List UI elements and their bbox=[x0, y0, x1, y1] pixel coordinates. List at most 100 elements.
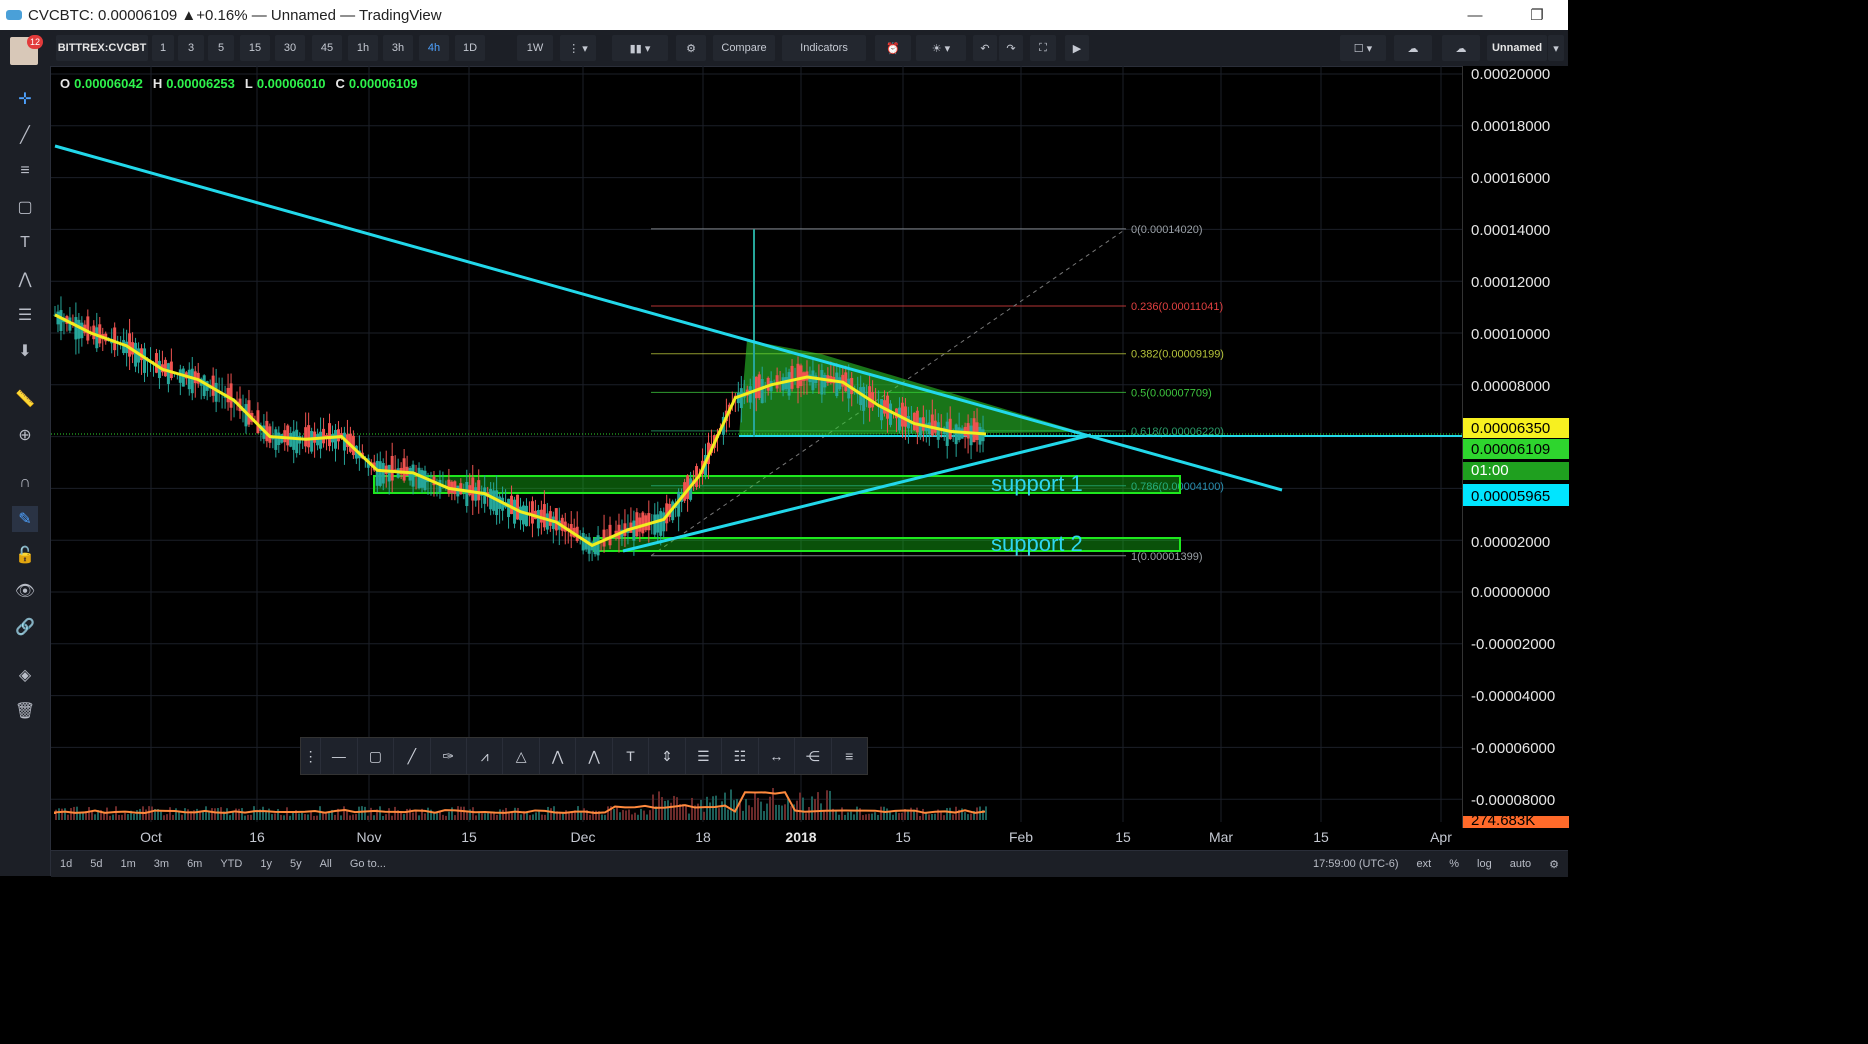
layout-select-button[interactable]: ☐ ▾ bbox=[1340, 35, 1386, 61]
interval-button-4h[interactable]: 4h bbox=[419, 35, 449, 61]
pitchfork-tool-icon[interactable]: ≡ bbox=[12, 158, 38, 184]
auto-button[interactable]: auto bbox=[1501, 858, 1540, 870]
ohlc-close-label: C bbox=[335, 76, 345, 91]
volume-bar bbox=[499, 809, 501, 820]
abcd-pattern-icon[interactable]: ⩘ bbox=[467, 738, 504, 774]
settings-gear-icon[interactable]: ⚙ bbox=[1540, 858, 1568, 871]
fib-level-label: 0.5(0.00007709) bbox=[1131, 387, 1212, 399]
text-icon[interactable]: T bbox=[613, 738, 650, 774]
horizontal-line-icon[interactable]: — bbox=[321, 738, 358, 774]
volume-bar bbox=[343, 806, 345, 820]
volume-bar bbox=[415, 811, 417, 820]
cloud-load-icon[interactable]: ☁ bbox=[1394, 35, 1432, 61]
abc-wave-icon[interactable]: ⋀ bbox=[576, 738, 613, 774]
price-axis[interactable]: 0.00020000 0.00018000 0.00016000 0.00014000… bbox=[1462, 66, 1569, 830]
candle-body bbox=[760, 378, 764, 404]
timezone-label[interactable]: 17:59:00 (UTC-6) bbox=[1304, 858, 1408, 870]
layers-icon[interactable]: ◈ bbox=[12, 662, 38, 688]
range-button-3m[interactable]: 3m bbox=[145, 858, 178, 870]
volume-bar bbox=[709, 802, 711, 820]
replay-play-icon[interactable]: ▶ bbox=[1065, 35, 1089, 61]
interval-button-3[interactable]: 3 bbox=[178, 35, 204, 61]
range-button-1d[interactable]: 1d bbox=[51, 858, 81, 870]
symbol-search[interactable]: BITTREX:CVCBT bbox=[56, 35, 148, 61]
ext-button[interactable]: ext bbox=[1408, 858, 1441, 870]
rectangle-icon[interactable]: ▢ bbox=[358, 738, 395, 774]
layout-menu-chevron-icon[interactable]: ▾ bbox=[1548, 35, 1564, 61]
magnet-icon[interactable]: ∩ bbox=[12, 470, 38, 496]
chart-style-button[interactable]: ▮▮ ▾ bbox=[612, 35, 668, 61]
interval-button-30[interactable]: 30 bbox=[275, 35, 305, 61]
idea-bulb-icon[interactable]: ☀ ▾ bbox=[916, 35, 966, 61]
more-intervals-button[interactable]: ⋮ ▾ bbox=[560, 35, 596, 61]
fullscreen-icon[interactable]: ⛶ bbox=[1030, 35, 1056, 61]
line-icon[interactable]: ╱ bbox=[394, 738, 431, 774]
settings-gear-icon[interactable]: ⚙ bbox=[676, 35, 706, 61]
interval-button-45[interactable]: 45 bbox=[312, 35, 342, 61]
redo-icon[interactable]: ↷ bbox=[999, 35, 1023, 61]
zoom-in-icon[interactable]: ⊕ bbox=[12, 422, 38, 448]
link-icon[interactable]: 🔗 bbox=[12, 614, 38, 640]
interval-button-1W[interactable]: 1W bbox=[517, 35, 553, 61]
eye-icon[interactable]: 👁 bbox=[12, 578, 38, 604]
indicators-button[interactable]: Indicators bbox=[782, 35, 866, 61]
elliott-wave-icon[interactable]: ⋀ bbox=[540, 738, 577, 774]
alert-icon[interactable]: ⏰ bbox=[875, 35, 911, 61]
chart-pane[interactable]: 0(0.00014020) 0.236(0.00011041) 0.382(0.00… bbox=[51, 66, 1462, 850]
volume-bar bbox=[712, 796, 714, 820]
range-button-ytd[interactable]: YTD bbox=[211, 858, 251, 870]
price-range-icon[interactable]: ⇕ bbox=[649, 738, 686, 774]
volume-bar bbox=[775, 804, 777, 820]
fib-extension-icon[interactable]: ☷ bbox=[722, 738, 759, 774]
undo-icon[interactable]: ↶ bbox=[973, 35, 997, 61]
interval-button-1h[interactable]: 1h bbox=[348, 35, 378, 61]
layout-name-button[interactable]: Unnamed bbox=[1487, 35, 1547, 61]
cloud-save-icon[interactable]: ☁ bbox=[1442, 35, 1480, 61]
lock-icon[interactable]: 🔓 bbox=[12, 542, 38, 568]
text-tool-icon[interactable]: T bbox=[12, 230, 38, 256]
interval-button-1[interactable]: 1 bbox=[152, 35, 174, 61]
interval-button-15[interactable]: 15 bbox=[240, 35, 270, 61]
interval-button-5[interactable]: 5 bbox=[208, 35, 234, 61]
rectangle-tool-icon[interactable]: ▢ bbox=[12, 194, 38, 220]
log-button[interactable]: log bbox=[1468, 858, 1501, 870]
volume-bar bbox=[277, 809, 279, 820]
goto-button[interactable]: Go to... bbox=[341, 858, 395, 870]
range-button-1y[interactable]: 1y bbox=[251, 858, 281, 870]
ohlc-open: 0.00006042 bbox=[74, 76, 143, 91]
ruler-icon[interactable]: 📏 bbox=[12, 386, 38, 412]
stay-drawing-mode-icon[interactable]: ✎ bbox=[12, 506, 38, 532]
interval-button-1D[interactable]: 1D bbox=[455, 35, 485, 61]
trash-icon[interactable]: 🗑 bbox=[12, 698, 38, 724]
range-button-all[interactable]: All bbox=[311, 858, 341, 870]
prediction-tool-icon[interactable]: ☰ bbox=[12, 302, 38, 328]
crosshair-icon[interactable]: ✛ bbox=[12, 86, 38, 112]
pitchfork-icon[interactable]: ⋲ bbox=[795, 738, 832, 774]
trendline-tool-icon[interactable]: ╱ bbox=[12, 122, 38, 148]
volume-bar bbox=[943, 815, 945, 820]
fib-icon[interactable]: ☰ bbox=[686, 738, 723, 774]
pattern-tool-icon[interactable]: ⋀ bbox=[12, 266, 38, 292]
volume-bar bbox=[646, 814, 648, 820]
percent-button[interactable]: % bbox=[1440, 858, 1468, 870]
restore-button[interactable]: ❐ bbox=[1506, 0, 1568, 30]
brush-icon[interactable]: ✑ bbox=[431, 738, 467, 774]
date-range-icon[interactable]: ↔ bbox=[759, 738, 796, 774]
range-button-1m[interactable]: 1m bbox=[112, 858, 145, 870]
compare-button[interactable]: Compare bbox=[713, 35, 775, 61]
lines-icon[interactable]: ≡ bbox=[832, 738, 867, 774]
interval-button-3h[interactable]: 3h bbox=[383, 35, 413, 61]
fib-level-label: 1(0.00001399) bbox=[1131, 551, 1203, 563]
candle-body bbox=[596, 535, 600, 556]
triangle-pattern-icon[interactable]: △ bbox=[503, 738, 540, 774]
volume-bar bbox=[262, 806, 264, 820]
range-button-5d[interactable]: 5d bbox=[81, 858, 111, 870]
volume-bar bbox=[460, 806, 462, 820]
candle-body bbox=[915, 410, 919, 433]
arrow-down-icon[interactable]: ⬇ bbox=[12, 338, 38, 364]
drag-handle-icon[interactable]: ⋮ bbox=[301, 738, 322, 774]
range-button-6m[interactable]: 6m bbox=[178, 858, 211, 870]
candle-body bbox=[322, 428, 326, 444]
minimize-button[interactable]: — bbox=[1444, 0, 1506, 30]
range-button-5y[interactable]: 5y bbox=[281, 858, 311, 870]
